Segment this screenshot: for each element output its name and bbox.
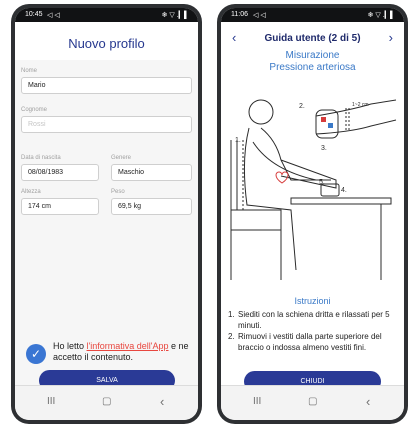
guide-subtitle: Misurazione Pressione arteriosa: [221, 50, 404, 74]
nome-label: Nome: [21, 68, 38, 74]
figure-label-5: 5.: [319, 179, 325, 186]
status-bar: 10:45 ◁ ◁ ❄ ▽ .▎▌: [15, 8, 198, 22]
phone-frame-left: 10:45 ◁ ◁ ❄ ▽ .▎▌ Nuovo profilo Nome Mar…: [11, 4, 202, 424]
android-nav-bar: III ▢ ‹: [15, 385, 198, 420]
instruction-item: 1. Siediti con la schiena dritta e rilas…: [228, 309, 398, 331]
nome-field[interactable]: Mario: [21, 77, 192, 94]
instructions-list: 1. Siediti con la schiena dritta e rilas…: [228, 309, 398, 353]
home-icon[interactable]: ▢: [308, 396, 317, 407]
checkmark-icon: ✓: [30, 347, 42, 361]
notification-icons: ◁ ◁: [47, 12, 60, 19]
subtitle-line-1: Misurazione: [285, 50, 340, 61]
weight-label: Peso: [111, 189, 125, 195]
consent-checkbox[interactable]: ✓: [26, 344, 46, 364]
instruction-text: Rimuovi i vestiti dalla parte superiore …: [238, 332, 382, 352]
signal-battery-icons: ❄ ▽ .▎▌: [161, 12, 189, 19]
form-area: Nome Mario Cognome Rossi Data di nascita…: [15, 60, 198, 386]
status-bar: 11:06 ◁ ◁ ❄ ▽ .▎▌: [221, 8, 404, 22]
page-title: Nuovo profilo: [68, 36, 145, 51]
status-time: 10:45: [25, 11, 43, 18]
instruction-text: Siediti con la schiena dritta e rilassat…: [238, 310, 390, 330]
notification-icons: ◁ ◁: [253, 12, 266, 19]
consent-text: Ho letto l'informativa dell'App e ne acc…: [53, 341, 195, 363]
gender-field[interactable]: Maschio: [111, 164, 192, 181]
birthdate-label: Data di nascita: [21, 155, 61, 161]
height-field[interactable]: 174 cm: [21, 198, 99, 215]
back-icon[interactable]: ‹: [366, 394, 370, 409]
figure-label-4: 4.: [341, 187, 347, 194]
privacy-link[interactable]: l'informativa dell'App: [87, 341, 169, 351]
recents-icon[interactable]: III: [253, 396, 261, 407]
cognome-field[interactable]: Rossi: [21, 116, 192, 133]
signal-battery-icons: ❄ ▽ .▎▌: [367, 12, 395, 19]
height-label: Altezza: [21, 189, 41, 195]
new-profile-screen: 10:45 ◁ ◁ ❄ ▽ .▎▌ Nuovo profilo Nome Mar…: [15, 8, 198, 420]
status-time: 11:06: [231, 11, 248, 18]
instruction-number: 1.: [228, 310, 235, 319]
phone-frame-right: 11:06 ◁ ◁ ❄ ▽ .▎▌ ‹ Guida utente (2 di 5…: [217, 4, 408, 424]
cognome-label: Cognome: [21, 107, 48, 113]
figure-label-1: 1.: [235, 137, 241, 144]
figure-label-3: 3.: [321, 145, 327, 152]
next-page-icon[interactable]: ›: [389, 30, 393, 45]
posture-illustration: 1. 2. 3. 4. 5. 1~2 cm: [230, 99, 397, 280]
recents-icon[interactable]: III: [47, 396, 55, 407]
user-guide-screen: 11:06 ◁ ◁ ❄ ▽ .▎▌ ‹ Guida utente (2 di 5…: [221, 8, 404, 420]
figure-label-distance: 1~2 cm: [352, 102, 369, 108]
back-icon[interactable]: ‹: [160, 394, 164, 409]
home-icon[interactable]: ▢: [102, 396, 111, 407]
subtitle-line-2: Pressione arteriosa: [269, 62, 356, 73]
instructions-title: Istruzioni: [294, 296, 331, 306]
guide-title: Guida utente (2 di 5): [264, 33, 361, 44]
figure-label-2: 2.: [299, 103, 305, 110]
consent-pre: Ho letto: [53, 341, 87, 351]
instruction-item: 2. Rimuovi i vestiti dalla parte superio…: [228, 331, 398, 353]
instruction-number: 2.: [228, 332, 235, 341]
android-nav-bar: III ▢ ‹: [221, 385, 404, 420]
birthdate-field[interactable]: 08/08/1983: [21, 164, 99, 181]
gender-label: Genere: [111, 155, 132, 161]
weight-field[interactable]: 69,5 kg: [111, 198, 192, 215]
